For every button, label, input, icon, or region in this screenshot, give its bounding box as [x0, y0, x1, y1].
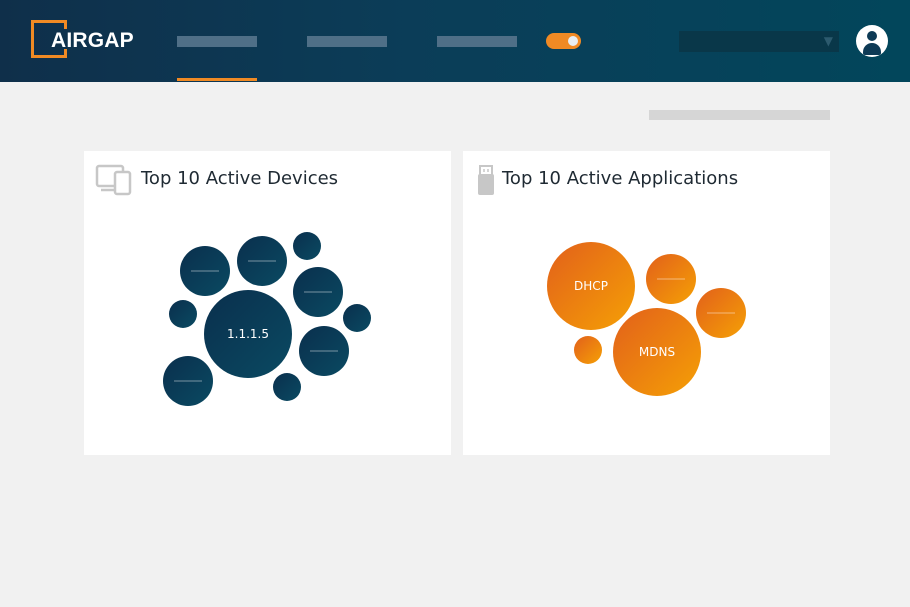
toggle-switch[interactable] — [546, 33, 581, 49]
placeholder-bar — [649, 110, 830, 120]
panel-title: Top 10 Active Applications — [502, 168, 739, 189]
avatar-body — [863, 43, 881, 55]
nav-item-1[interactable] — [177, 36, 257, 47]
applications-bubble-chart: DHCP MDNS — [478, 165, 746, 396]
bubble[interactable] — [343, 304, 371, 332]
nav-item-3[interactable] — [437, 36, 517, 47]
active-nav-indicator — [177, 78, 257, 81]
bubble-label: DHCP — [574, 279, 608, 293]
avatar-head — [867, 31, 877, 41]
usb-stick-icon — [478, 165, 494, 195]
bubble[interactable] — [169, 300, 197, 328]
bubble-label: MDNS — [639, 345, 675, 359]
bubble[interactable] — [574, 336, 602, 364]
nav-item-2[interactable] — [307, 36, 387, 47]
header-select[interactable]: ▼ — [679, 31, 839, 52]
user-avatar-icon[interactable] — [856, 25, 888, 57]
top-active-devices-panel: 1.1.1.5 Top 10 Active Devices — [84, 151, 451, 455]
devices-bubble-chart: 1.1.1.5 — [95, 164, 371, 406]
bubble-label: 1.1.1.5 — [227, 327, 269, 341]
bubble[interactable] — [293, 232, 321, 260]
airgap-logo-text: AIRGAP — [51, 29, 134, 52]
top-navigation-bar: AIRGAP ▼ — [0, 0, 910, 82]
panel-title: Top 10 Active Devices — [141, 168, 339, 189]
bubble[interactable] — [273, 373, 301, 401]
devices-icon — [95, 164, 132, 196]
toggle-knob — [568, 36, 578, 46]
chevron-down-icon: ▼ — [823, 34, 833, 48]
top-active-applications-panel: DHCP MDNS Top 10 Active Applications — [463, 151, 830, 455]
